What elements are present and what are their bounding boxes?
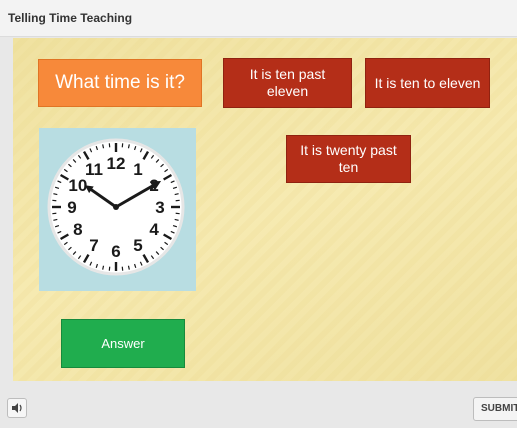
activity-stage: What time is it? It is ten past eleven I… (13, 38, 517, 381)
clock-numeral: 11 (85, 160, 103, 179)
clock-numeral: 12 (107, 154, 126, 173)
clock-tick (127, 144, 130, 149)
clock-numeral: 8 (73, 220, 82, 239)
clock-numeral: 7 (89, 236, 98, 255)
answer-button[interactable]: Answer (61, 319, 185, 368)
clock-face: 121234567891011 (47, 138, 185, 276)
clock-panel: 121234567891011 (39, 128, 196, 291)
clock-numeral: 5 (133, 236, 142, 255)
clock-tick (174, 218, 179, 221)
clock-numeral: 9 (67, 198, 76, 217)
window-title: Telling Time Teaching (8, 11, 133, 25)
clock-tick (102, 265, 105, 270)
clock-tick (127, 265, 130, 270)
question-box: What time is it? (38, 59, 202, 107)
option-ten-past-eleven[interactable]: It is ten past eleven (223, 58, 352, 108)
option-twenty-past-ten[interactable]: It is twenty past ten (286, 135, 411, 183)
clock-numeral: 6 (111, 242, 120, 261)
clock-tick (53, 193, 58, 196)
option-ten-to-eleven[interactable]: It is ten to eleven (365, 58, 490, 108)
clock-numeral: 4 (149, 220, 159, 239)
clock-tick (102, 144, 105, 149)
submit-button[interactable]: SUBMIT (473, 397, 517, 421)
clock-tick (174, 193, 179, 196)
clock-center (113, 204, 119, 210)
title-bar: Telling Time Teaching (0, 0, 517, 37)
speaker-icon[interactable] (7, 398, 27, 418)
clock-numeral: 1 (133, 160, 142, 179)
clock-numeral: 3 (155, 198, 164, 217)
clock-tick (53, 218, 58, 221)
bottom-bar: SUBMIT (0, 390, 517, 428)
